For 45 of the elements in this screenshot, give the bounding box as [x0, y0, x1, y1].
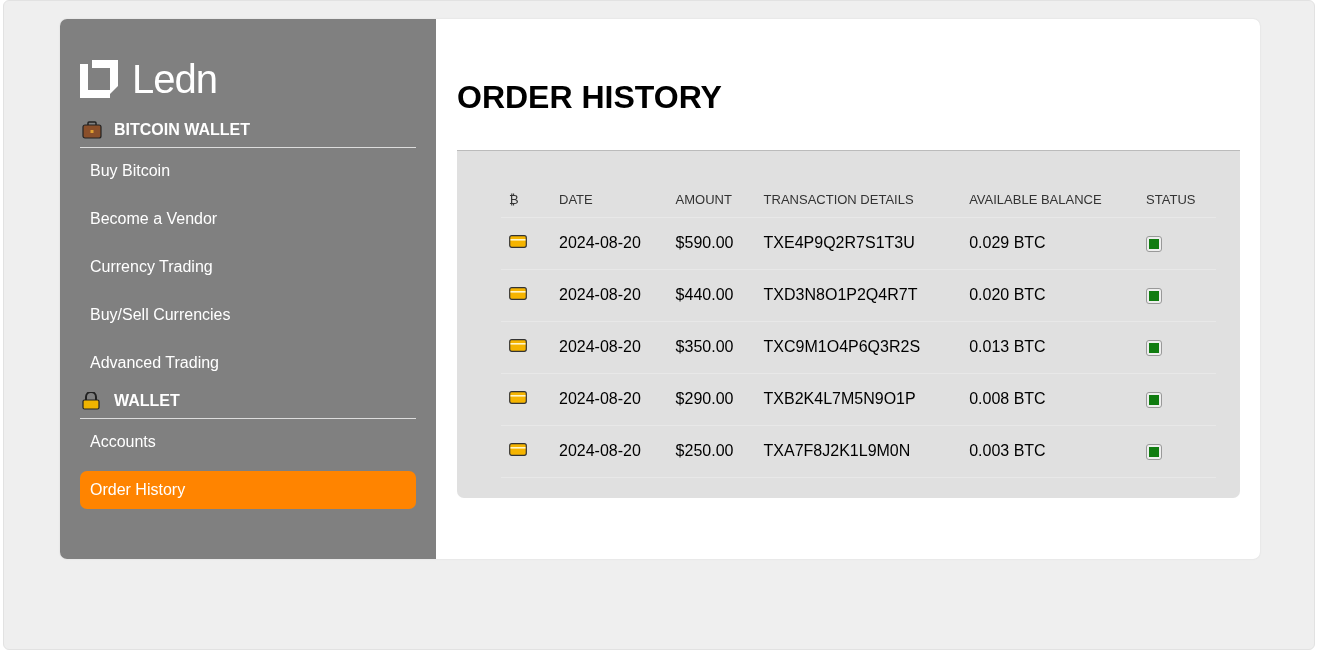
column-header: ₿: [501, 184, 551, 218]
card-icon: [509, 391, 527, 404]
balance-cell: 0.008 BTC: [969, 390, 1046, 407]
date-cell: 2024-08-20: [559, 390, 641, 407]
column-header: STATUS: [1138, 184, 1216, 218]
balance-cell: 0.013 BTC: [969, 338, 1046, 355]
nav-item[interactable]: Become a Vendor: [80, 200, 416, 238]
section-title: WALLET: [114, 392, 180, 410]
date-cell: 2024-08-20: [559, 338, 641, 355]
logo-text: Ledn: [132, 59, 217, 99]
section-title: BITCOIN WALLET: [114, 121, 250, 139]
column-header: DATE: [551, 184, 668, 218]
nav-item[interactable]: Advanced Trading: [80, 344, 416, 382]
balance-cell: 0.020 BTC: [969, 286, 1046, 303]
card-icon: [509, 287, 527, 300]
briefcase-icon: [82, 121, 102, 139]
column-header: AMOUNT: [667, 184, 756, 218]
column-header: AVAILABLE BALANCE: [961, 184, 1139, 218]
card-icon: [509, 235, 527, 248]
date-cell: 2024-08-20: [559, 442, 641, 459]
transaction-cell: TXA7F8J2K1L9M0N: [763, 442, 911, 459]
balance-cell: 0.003 BTC: [969, 442, 1046, 459]
amount-cell: $290.00: [675, 390, 734, 407]
nav-item[interactable]: Order History: [80, 471, 416, 509]
balance-cell: 0.029 BTC: [969, 234, 1046, 251]
nav-item[interactable]: Buy/Sell Currencies: [80, 296, 416, 334]
page-title: ORDER HISTORY: [457, 79, 723, 116]
date-cell: 2024-08-20: [559, 286, 641, 303]
amount-cell: $350.00: [675, 338, 734, 355]
nav-item[interactable]: Accounts: [80, 423, 416, 461]
lock-icon: [82, 392, 102, 410]
transaction-cell: TXE4P9Q2R7S1T3U: [763, 234, 915, 251]
nav-item[interactable]: Buy Bitcoin: [80, 152, 416, 190]
nav-item[interactable]: Currency Trading: [80, 248, 416, 286]
date-cell: 2024-08-20: [559, 234, 641, 251]
amount-cell: $590.00: [675, 234, 734, 251]
transaction-cell: TXB2K4L7M5N9O1P: [763, 390, 916, 407]
card-icon: [509, 443, 527, 456]
amount-cell: $440.00: [675, 286, 734, 303]
amount-cell: $250.00: [675, 442, 734, 459]
card-icon: [509, 339, 527, 352]
logo-icon: [80, 60, 118, 98]
transaction-cell: TXC9M1O4P6Q3R2S: [763, 338, 921, 355]
column-header: TRANSACTION DETAILS: [755, 184, 962, 218]
transaction-cell: TXD3N8O1P2Q4R7T: [763, 286, 918, 303]
